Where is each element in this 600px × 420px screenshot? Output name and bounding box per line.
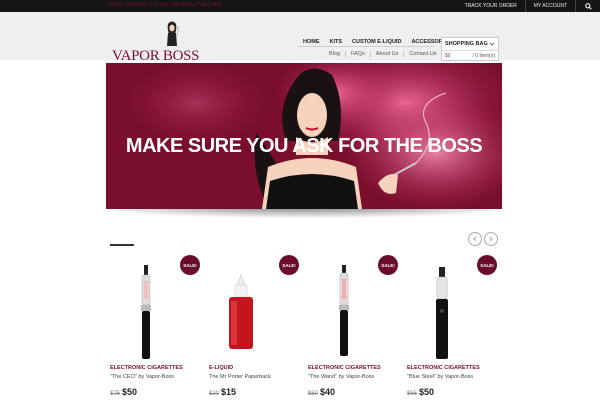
product-price: $75 $50 <box>110 382 137 400</box>
carousel-next-button[interactable] <box>484 232 498 246</box>
account-links: Track Your Order My Account <box>457 0 600 12</box>
section-divider <box>110 244 134 246</box>
sale-price: $40 <box>320 387 336 397</box>
chevron-right-icon <box>489 236 493 242</box>
product-category[interactable]: ELECTRONIC CIGARETTES <box>308 365 381 371</box>
old-price: $65 <box>407 391 418 397</box>
hero-headline: MAKE SURE YOU ASK FOR THE BOSS <box>125 135 483 157</box>
product-card[interactable]: SALE! ELECTRONIC CIGARETTES "Blue Steel"… <box>407 255 499 400</box>
promo-text: Free shipping on all orders over $60 <box>108 2 221 8</box>
main-nav: HOME KITS CUSTOM E-LIQUID ACCESSORIES <box>298 39 456 45</box>
track-order-link[interactable]: Track Your Order <box>457 0 525 12</box>
product-category[interactable]: ELECTRONIC CIGARETTES <box>407 365 480 371</box>
sale-badge: SALE! <box>180 255 200 275</box>
old-price: $20 <box>209 391 220 397</box>
product-category[interactable]: E-LIQUID <box>209 365 233 371</box>
chevron-left-icon <box>473 236 477 242</box>
nav-blog[interactable]: Blog <box>324 51 347 57</box>
my-account-link[interactable]: My Account <box>526 0 575 12</box>
chevron-down-icon <box>489 42 495 46</box>
bag-total: $0 <box>445 53 451 59</box>
product-card[interactable]: SALE! ELECTRONIC CIGARETTES "The CEO" by… <box>110 255 202 400</box>
sub-nav: Blog FAQs About Us Contact Us <box>324 51 442 57</box>
nav-custom-e-liquid[interactable]: CUSTOM E-LIQUID <box>347 39 406 45</box>
site-header: VAPOR BOSS HOME KITS CUSTOM E-LIQUID ACC… <box>0 12 600 64</box>
search-icon <box>584 2 592 10</box>
old-price: $75 <box>110 391 121 397</box>
product-name[interactable]: "Blue Steel" by Vapor-Boss <box>407 374 473 380</box>
product-name[interactable]: "The Wand" by Vapor-Boss <box>308 374 374 380</box>
shopping-bag[interactable]: SHOPPING BAG $0 / 0 Item(s) <box>441 37 499 61</box>
logo-figure-icon <box>167 21 179 46</box>
product-price: $65 $50 <box>407 382 434 400</box>
hero-shadow <box>114 209 494 223</box>
bag-title: SHOPPING BAG <box>445 41 488 47</box>
nav-kits[interactable]: KITS <box>325 39 348 45</box>
sale-badge: SALE! <box>477 255 497 275</box>
nav-faqs[interactable]: FAQs <box>346 51 371 57</box>
sale-badge: SALE! <box>378 255 398 275</box>
logo[interactable]: VAPOR BOSS <box>112 20 222 64</box>
product-card[interactable]: SALE! ELECTRONIC CIGARETTES "The Wand" b… <box>308 255 400 400</box>
sale-price: $50 <box>122 387 138 397</box>
sale-price: $15 <box>221 387 237 397</box>
product-card[interactable]: SALE! E-LIQUID The Mr Porter Paperback $… <box>209 255 301 400</box>
product-category[interactable]: ELECTRONIC CIGARETTES <box>110 365 183 371</box>
sale-badge: SALE! <box>279 255 299 275</box>
divider <box>442 50 498 51</box>
nav-about-us[interactable]: About Us <box>371 51 405 57</box>
carousel-prev-button[interactable] <box>468 232 482 246</box>
product-name[interactable]: "The CEO" by Vapor-Boss <box>110 374 174 380</box>
top-bar: Free shipping on all orders over $60 Tra… <box>0 0 600 12</box>
bag-item-count: / 0 Item(s) <box>472 53 495 59</box>
nav-contact-us[interactable]: Contact Us <box>404 51 441 57</box>
product-name[interactable]: The Mr Porter Paperback <box>209 374 271 380</box>
hero-banner[interactable]: MAKE SURE YOU ASK FOR THE BOSS <box>106 63 502 209</box>
search-button[interactable] <box>576 0 600 12</box>
product-price: $20 $15 <box>209 382 236 400</box>
sale-price: $50 <box>419 387 435 397</box>
product-price: $50 $40 <box>308 382 335 400</box>
nav-divider <box>298 46 434 47</box>
nav-home[interactable]: HOME <box>298 39 325 45</box>
old-price: $50 <box>308 391 319 397</box>
